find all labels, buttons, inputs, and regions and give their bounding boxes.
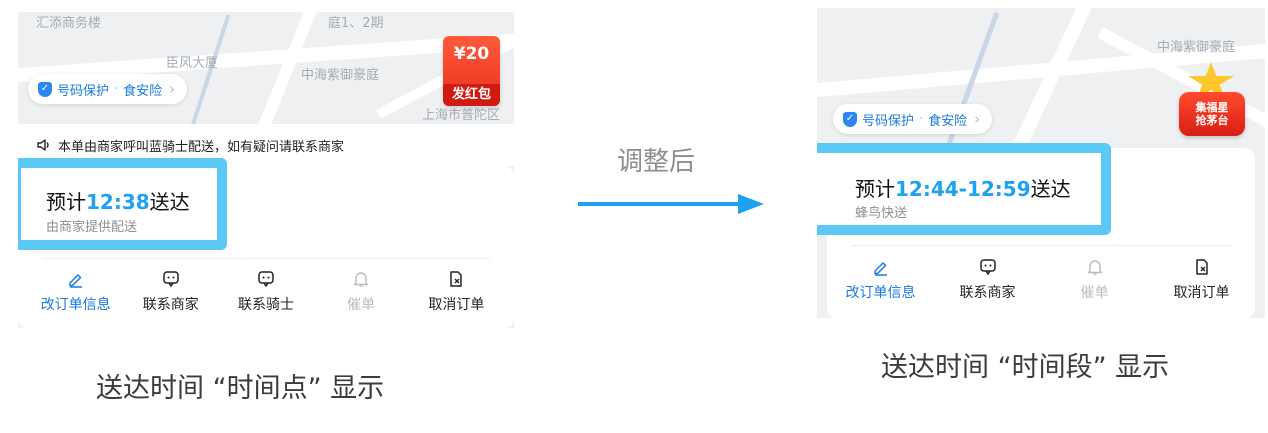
eta-suffix: 送达 xyxy=(1030,177,1071,201)
map-label: 汇添商务楼 xyxy=(36,16,102,31)
cancel-doc-icon xyxy=(1193,258,1211,276)
number-protection-label: 号码保护 xyxy=(57,83,110,99)
chat-icon xyxy=(979,258,997,276)
divider xyxy=(851,245,1231,246)
cancel-order-label: 取消订单 xyxy=(428,297,485,313)
edit-order-button[interactable]: 改订单信息 xyxy=(30,270,122,314)
eta-suffix: 送达 xyxy=(149,190,190,214)
speaker-icon xyxy=(37,139,49,151)
lucky-star-badge[interactable]: 集福星 抢茅台 xyxy=(1175,62,1249,140)
separator-dot: · xyxy=(114,81,119,97)
contact-merchant-button[interactable]: 联系商家 xyxy=(942,258,1034,302)
urge-order-button[interactable]: 催单 xyxy=(315,270,407,314)
protection-pill[interactable]: ✓ 号码保护 · 食安险 › xyxy=(28,74,188,104)
edit-order-button[interactable]: 改订单信息 xyxy=(835,258,927,302)
contact-merchant-button[interactable]: 联系商家 xyxy=(125,270,217,314)
before-screenshot: 汇添商务楼 庭1、2期 臣风大厦 中海紫御豪庭 上海市普陀区 ✓ 号码保护 · … xyxy=(18,12,514,328)
arrow-label: 调整后 xyxy=(617,147,696,177)
lucky-star-box: 集福星 抢茅台 xyxy=(1179,92,1245,136)
eta-subtitle: 蜂鸟快送 xyxy=(855,206,908,221)
map-label: 上海市普陀区 xyxy=(422,108,501,123)
red-packet-amount: ¥20 xyxy=(453,44,490,64)
pen-icon xyxy=(67,270,85,288)
urge-order-label: 催单 xyxy=(1080,285,1109,301)
map-view[interactable]: 中海紫御豪庭 ✓ 号码保护 · 食安险 › 集福星 抢茅台 xyxy=(817,8,1265,156)
chat-icon xyxy=(257,270,275,288)
urge-order-label: 催单 xyxy=(347,297,376,313)
red-packet-label: 发红包 xyxy=(443,84,500,106)
shield-icon: ✓ xyxy=(843,111,857,127)
cancel-order-button[interactable]: 取消订单 xyxy=(1156,258,1248,302)
order-actions: 改订单信息 联系商家 联系骑士 催单 取消订单 xyxy=(28,270,504,314)
delivery-notice-text: 本单由商家呼叫蓝骑士配送，如有疑问请联系商家 xyxy=(58,139,345,155)
food-insurance-label: 食安险 xyxy=(928,113,968,129)
eta-text: 预计12:38送达 xyxy=(46,186,190,215)
red-packet-button[interactable]: ¥20 发红包 xyxy=(443,36,500,106)
edit-order-label: 改订单信息 xyxy=(845,285,916,301)
food-insurance-label: 食安险 xyxy=(123,83,163,99)
bell-icon xyxy=(1086,258,1104,276)
shield-icon: ✓ xyxy=(38,81,52,97)
contact-merchant-label: 联系商家 xyxy=(959,285,1016,301)
number-protection-label: 号码保护 xyxy=(862,113,915,129)
eta-subtitle: 由商家提供配送 xyxy=(46,220,138,235)
contact-merchant-label: 联系商家 xyxy=(142,297,199,313)
map-label: 中海紫御豪庭 xyxy=(301,68,380,83)
eta-prefix: 预计 xyxy=(855,177,895,201)
chevron-right-icon: › xyxy=(974,110,981,128)
caption-time-range: 送达时间 “时间段” 显示 xyxy=(881,352,1170,383)
cancel-order-label: 取消订单 xyxy=(1173,285,1230,301)
separator-dot: · xyxy=(919,111,924,127)
lucky-star-line2: 抢茅台 xyxy=(1195,114,1229,127)
eta-time-range: 12:44-12:59 xyxy=(895,177,1031,201)
map-view[interactable]: 汇添商务楼 庭1、2期 臣风大厦 中海紫御豪庭 上海市普陀区 ✓ 号码保护 · … xyxy=(18,12,514,124)
edit-order-label: 改订单信息 xyxy=(40,297,111,313)
lucky-star-line1: 集福星 xyxy=(1195,101,1229,114)
chat-icon xyxy=(162,270,180,288)
urge-order-button[interactable]: 催单 xyxy=(1049,258,1141,302)
pen-icon xyxy=(872,258,890,276)
right-arrow-icon xyxy=(578,194,764,214)
map-label: 臣风大厦 xyxy=(166,56,219,71)
cancel-doc-icon xyxy=(447,270,465,288)
map-label: 庭1、2期 xyxy=(328,16,384,31)
bell-icon xyxy=(352,270,370,288)
contact-rider-label: 联系骑士 xyxy=(237,297,294,313)
order-actions: 改订单信息 联系商家 催单 取消订单 xyxy=(827,258,1255,302)
cancel-order-button[interactable]: 取消订单 xyxy=(410,270,502,314)
chevron-right-icon: › xyxy=(169,80,176,98)
eta-text: 预计12:44-12:59送达 xyxy=(855,173,1071,202)
order-status-card: 预计12:38送达 由商家提供配送 改订单信息 联系商家 联系骑士 催单 取消订… xyxy=(18,158,514,328)
order-status-card: 预计12:44-12:59送达 蜂鸟快送 改订单信息 联系商家 催单 取消订单 xyxy=(817,143,1255,318)
divider xyxy=(42,258,490,259)
protection-pill[interactable]: ✓ 号码保护 · 食安险 › xyxy=(833,104,993,134)
eta-time: 12:38 xyxy=(86,190,150,214)
eta-prefix: 预计 xyxy=(46,190,86,214)
contact-rider-button[interactable]: 联系骑士 xyxy=(220,270,312,314)
after-screenshot: 中海紫御豪庭 ✓ 号码保护 · 食安险 › 集福星 抢茅台 预计12:44-12… xyxy=(817,8,1265,318)
map-label: 中海紫御豪庭 xyxy=(1157,40,1236,55)
caption-time-point: 送达时间 “时间点” 显示 xyxy=(96,373,385,404)
